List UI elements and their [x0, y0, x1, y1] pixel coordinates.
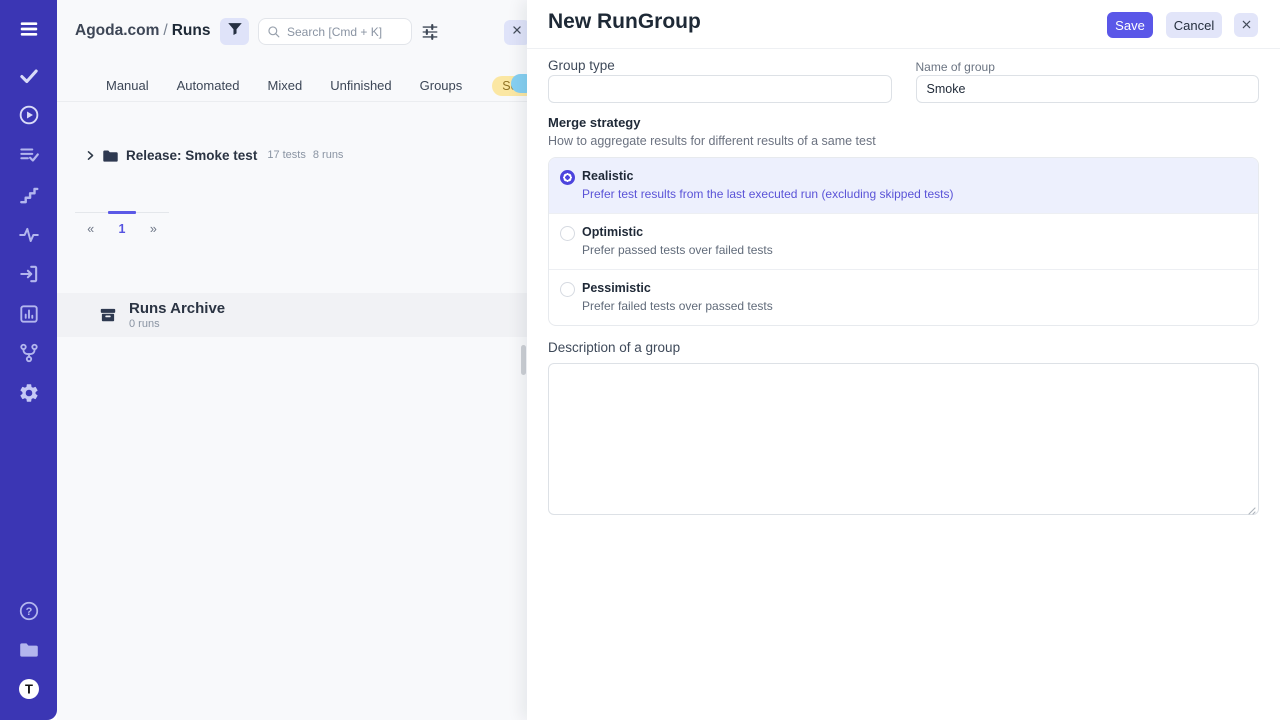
merge-strategy-help: How to aggregate results for different r…	[548, 134, 1259, 148]
runs-archive-row[interactable]: Runs Archive 0 runs	[57, 293, 527, 337]
archive-count: 0 runs	[129, 318, 225, 330]
git-fork-icon[interactable]	[18, 342, 40, 364]
scrollbar-thumb[interactable]	[521, 345, 526, 375]
merge-strategy-label: Merge strategy	[548, 115, 1259, 130]
tab-manual[interactable]: Manual	[106, 78, 149, 93]
panel-header: New RunGroup Save Cancel	[527, 0, 1280, 49]
menu-icon[interactable]	[18, 18, 40, 40]
radio-optimistic[interactable]	[560, 226, 575, 241]
filter-tabs: Manual Automated Mixed Unfinished Groups…	[57, 70, 527, 101]
name-of-group-input[interactable]	[916, 75, 1260, 103]
resize-handle-icon[interactable]	[1246, 502, 1256, 512]
panel-close-button[interactable]	[504, 20, 527, 45]
tab-unfinished[interactable]: Unfinished	[330, 78, 391, 93]
app-window: ? T Agoda.com/Runs Ma	[0, 0, 1280, 720]
projects-folder-icon[interactable]	[18, 639, 40, 661]
pagination-page-1[interactable]: 1	[106, 213, 137, 236]
clipped-badge[interactable]	[511, 74, 527, 93]
tab-mixed[interactable]: Mixed	[268, 78, 303, 93]
search-box	[258, 18, 412, 45]
tab-groups[interactable]: Groups	[420, 78, 463, 93]
bar-chart-icon[interactable]	[18, 303, 40, 325]
svg-text:?: ?	[25, 606, 32, 618]
pagination: « 1 »	[75, 212, 169, 236]
chevron-right-icon[interactable]	[84, 149, 97, 162]
run-group-tests-count: 17 tests	[267, 149, 306, 161]
cancel-button[interactable]: Cancel	[1166, 12, 1222, 38]
help-icon[interactable]: ?	[18, 600, 40, 622]
strategy-description: Prefer failed tests over passed tests	[582, 299, 1242, 313]
breadcrumb-project[interactable]: Agoda.com	[75, 22, 159, 39]
check-icon[interactable]	[18, 65, 40, 87]
settings-gear-icon[interactable]	[18, 382, 40, 404]
strategy-option-pessimistic[interactable]: Pessimistic Prefer failed tests over pas…	[549, 270, 1258, 325]
folder-icon	[102, 148, 119, 163]
list-check-icon[interactable]	[18, 144, 40, 166]
merge-strategy-options: Realistic Prefer test results from the l…	[548, 157, 1259, 326]
description-label: Description of a group	[548, 340, 1259, 357]
sliders-icon[interactable]	[421, 23, 439, 41]
radio-pessimistic[interactable]	[560, 282, 575, 297]
breadcrumb-page: Runs	[172, 22, 211, 39]
steps-icon[interactable]	[18, 184, 40, 206]
breadcrumb-separator: /	[159, 22, 171, 39]
filter-button[interactable]	[220, 18, 249, 45]
runs-list-panel: Agoda.com/Runs Manual Automated Mixed Un…	[57, 0, 527, 720]
header-actions: Save Cancel	[1107, 12, 1258, 38]
new-rungroup-panel: New RunGroup Save Cancel Group type Name…	[527, 0, 1280, 720]
user-avatar[interactable]: T	[18, 678, 40, 700]
strategy-option-optimistic[interactable]: Optimistic Prefer passed tests over fail…	[549, 214, 1258, 270]
tab-automated[interactable]: Automated	[177, 78, 240, 93]
run-group-runs-count: 8 runs	[313, 149, 344, 161]
breadcrumb: Agoda.com/Runs	[75, 22, 210, 40]
funnel-icon	[226, 20, 244, 43]
sign-in-icon[interactable]	[18, 263, 40, 285]
close-icon	[510, 23, 524, 42]
activity-icon[interactable]	[18, 224, 40, 246]
strategy-name: Realistic	[582, 169, 1242, 183]
archive-title: Runs Archive	[129, 301, 225, 317]
close-button[interactable]	[1234, 13, 1258, 37]
group-type-label: Group type	[548, 58, 892, 75]
search-input[interactable]	[287, 25, 402, 39]
svg-text:T: T	[25, 682, 33, 697]
search-icon	[267, 25, 281, 39]
page-title: New RunGroup	[548, 10, 701, 34]
pagination-next[interactable]: »	[138, 213, 169, 236]
tabs-divider	[57, 101, 527, 102]
strategy-option-realistic[interactable]: Realistic Prefer test results from the l…	[549, 158, 1258, 214]
run-group-row[interactable]: Release: Smoke test 17 tests 8 runs	[57, 142, 527, 168]
group-type-input[interactable]	[548, 75, 892, 103]
sidebar: ? T	[0, 0, 57, 720]
name-of-group-label: Name of group	[916, 58, 1260, 75]
pagination-prev[interactable]: «	[75, 213, 106, 236]
strategy-name: Optimistic	[582, 225, 1242, 239]
archive-box-icon	[99, 306, 117, 324]
run-group-title: Release: Smoke test	[126, 148, 257, 163]
save-button[interactable]: Save	[1107, 12, 1153, 38]
radio-realistic[interactable]	[560, 170, 575, 185]
close-icon	[1241, 18, 1252, 33]
strategy-description: Prefer test results from the last execut…	[582, 187, 1242, 201]
play-circle-icon[interactable]	[18, 104, 40, 126]
strategy-description: Prefer passed tests over failed tests	[582, 243, 1242, 257]
rungroup-form: Group type Name of group Merge strategy …	[527, 49, 1280, 515]
strategy-name: Pessimistic	[582, 281, 1242, 295]
description-textarea[interactable]	[548, 363, 1259, 515]
